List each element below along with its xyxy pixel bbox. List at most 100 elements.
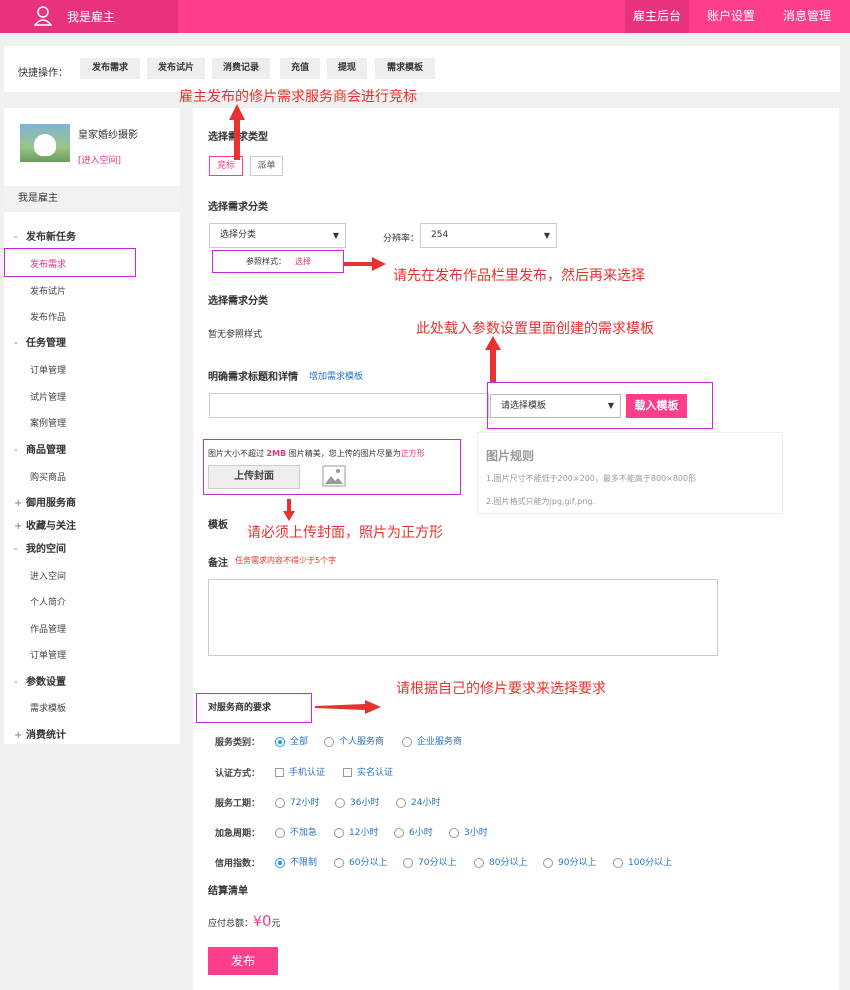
service-type-enterprise[interactable]: 企业服务商 [402,734,462,747]
remark-textarea[interactable] [208,579,718,656]
service-type-all[interactable]: 全部 [275,734,308,747]
sidebar-section-favorites[interactable]: + 收藏与关注 [4,517,180,532]
image-rules-box: 图片规则 1.图片尺寸不能低于200×200，最多不能高于800×800形 2.… [477,432,783,514]
option-label: 60分以上 [349,858,388,868]
sidebar-section-publish[interactable]: - 发布新任务 [4,228,180,243]
sidebar-section-params[interactable]: - 参数设置 [4,673,180,688]
urgent-none[interactable]: 不加急 [275,825,317,838]
load-template-button[interactable]: 载入模板 [626,394,687,418]
remark-label: 备注 [208,558,228,569]
image-rule-2: 2.图片格式只能为jpg,gif,png. [486,497,595,506]
title-input[interactable] [209,393,489,418]
quick-withdraw-button[interactable]: 提现 [327,58,367,79]
sidebar-section-task-management[interactable]: - 任务管理 [4,334,180,349]
sidebar-item-buy-goods[interactable]: 购买商品 [4,470,180,483]
sidebar-section-label: 商品管理 [26,445,66,456]
quick-consumption-record-button[interactable]: 消费记录 [212,58,270,79]
sidebar-item-publish-trial[interactable]: 发布试片 [4,284,180,297]
credit-70[interactable]: 70分以上 [403,855,456,868]
quick-request-template-button[interactable]: 需求模板 [375,58,435,79]
collapse-icon: - [14,232,18,243]
sidebar-section-my-space[interactable]: - 我的空间 [4,540,180,555]
template-select[interactable]: 请选择模板 ▼ [490,394,621,418]
option-label: 6小时 [409,828,433,838]
sidebar-section-goods[interactable]: - 商品管理 [4,441,180,456]
option-label: 3小时 [464,828,488,838]
quick-publish-request-button[interactable]: 发布需求 [80,58,140,79]
sidebar-item-trial-management[interactable]: 试片管理 [4,390,180,403]
credit-60[interactable]: 60分以上 [334,855,387,868]
collapse-icon: - [14,677,18,688]
urgent-3h[interactable]: 3小时 [449,825,488,838]
remark-hint: 任务需求内容不得少于5个字 [235,556,337,565]
service-type-label: 服务类别： [215,738,261,748]
image-note-square: 正方形 [400,449,425,458]
title-details-label: 明确需求标题和详情 [208,372,298,383]
resolution-value: 254 [431,230,449,240]
sidebar-item-request-template[interactable]: 需求模板 [4,701,180,714]
option-label: 72小时 [290,798,320,808]
image-placeholder-icon [322,465,346,487]
credit-unlimited[interactable]: 不限制 [275,855,317,868]
cert-realname[interactable]: 实名认证 [343,765,393,778]
option-label: 实名认证 [357,768,394,778]
add-template-link[interactable]: 增加需求模板 [309,369,363,382]
sidebar-section-label: 发布新任务 [26,232,76,243]
sidebar-section-royal-providers[interactable]: + 御用服务商 [4,494,180,509]
option-label: 24小时 [411,798,441,808]
sidebar-item-publish-works[interactable]: 发布作品 [4,310,180,323]
arrow-down-icon [283,499,295,521]
sidebar-item-publish-request[interactable]: 发布需求 [4,257,180,270]
sidebar-item-order-management[interactable]: 订单管理 [4,363,180,376]
cert-phone[interactable]: 手机认证 [275,765,325,778]
sidebar-item-profile[interactable]: 个人简介 [4,595,180,608]
enter-space-link[interactable]: [进入空间] [78,153,121,166]
image-rule-1: 1.图片尺寸不能低于200×200，最多不能高于800×800形 [486,474,697,483]
sidebar-section-consumption-stats[interactable]: + 消费统计 [4,726,180,741]
annotation-template-note: 此处载入参数设置里面创建的需求模板 [416,321,654,337]
service-type-individual[interactable]: 个人服务商 [324,734,384,747]
provider-req-label: 对服务商的要求 [208,703,272,713]
resolution-select[interactable]: 254 ▼ [420,223,557,248]
option-label: 全部 [290,737,309,747]
nav-message-management[interactable]: 消息管理 [774,0,840,33]
sidebar-item-enter-space[interactable]: 进入空间 [4,569,180,582]
profile-avatar[interactable] [20,124,70,162]
quick-actions-bar: 快捷操作： 发布需求 发布试片 消费记录 充值 提现 需求模板 [4,46,840,92]
sidebar-section-label: 消费统计 [26,730,66,741]
sidebar-item-works-management[interactable]: 作品管理 [4,622,180,635]
template-select-value: 请选择模板 [501,401,547,411]
period-36h[interactable]: 36小时 [335,795,379,808]
sidebar-item-orders[interactable]: 订单管理 [4,648,180,661]
radio-icon [474,857,484,868]
profile-photo [34,134,56,156]
urgent-6h[interactable]: 6小时 [394,825,433,838]
sidebar-item-case-management[interactable]: 案例管理 [4,416,180,429]
expand-icon: + [14,521,23,532]
nav-account-settings[interactable]: 账户设置 [698,0,764,33]
dispatch-option-button[interactable]: 派单 [250,156,283,176]
quick-recharge-button[interactable]: 充值 [280,58,320,79]
credit-100[interactable]: 100分以上 [613,855,672,868]
credit-90[interactable]: 90分以上 [543,855,596,868]
annotation-ref-style-note: 请先在发布作品栏里发布，然后再来选择 [393,268,645,284]
nav-employer-backend[interactable]: 雇主后台 [625,0,689,33]
quick-publish-trial-button[interactable]: 发布试片 [147,58,205,79]
option-label: 手机认证 [289,768,326,778]
sidebar-section-label: 我的空间 [26,544,66,555]
expand-icon: + [14,498,23,509]
urgent-12h[interactable]: 12小时 [334,825,378,838]
ref-style-select-link[interactable]: 选择 [295,256,311,267]
publish-button[interactable]: 发布 [208,947,278,975]
image-size-limit: 2MB [266,449,287,458]
sidebar-section-label: 任务管理 [26,338,66,349]
sidebar-section-label: 收藏与关注 [26,521,76,532]
category-select[interactable]: 选择分类 ▼ [209,223,346,248]
radio-icon [396,797,406,808]
upload-cover-button[interactable]: 上传封面 [208,465,300,489]
dropdown-arrow-icon: ▼ [332,231,339,240]
main-form-panel: 选择需求类型 竞标 派单 选择需求分类 选择分类▼ 分辨率： 254▼ 参照样式… [193,108,839,990]
period-72h[interactable]: 72小时 [275,795,319,808]
period-24h[interactable]: 24小时 [396,795,440,808]
credit-80[interactable]: 80分以上 [474,855,527,868]
